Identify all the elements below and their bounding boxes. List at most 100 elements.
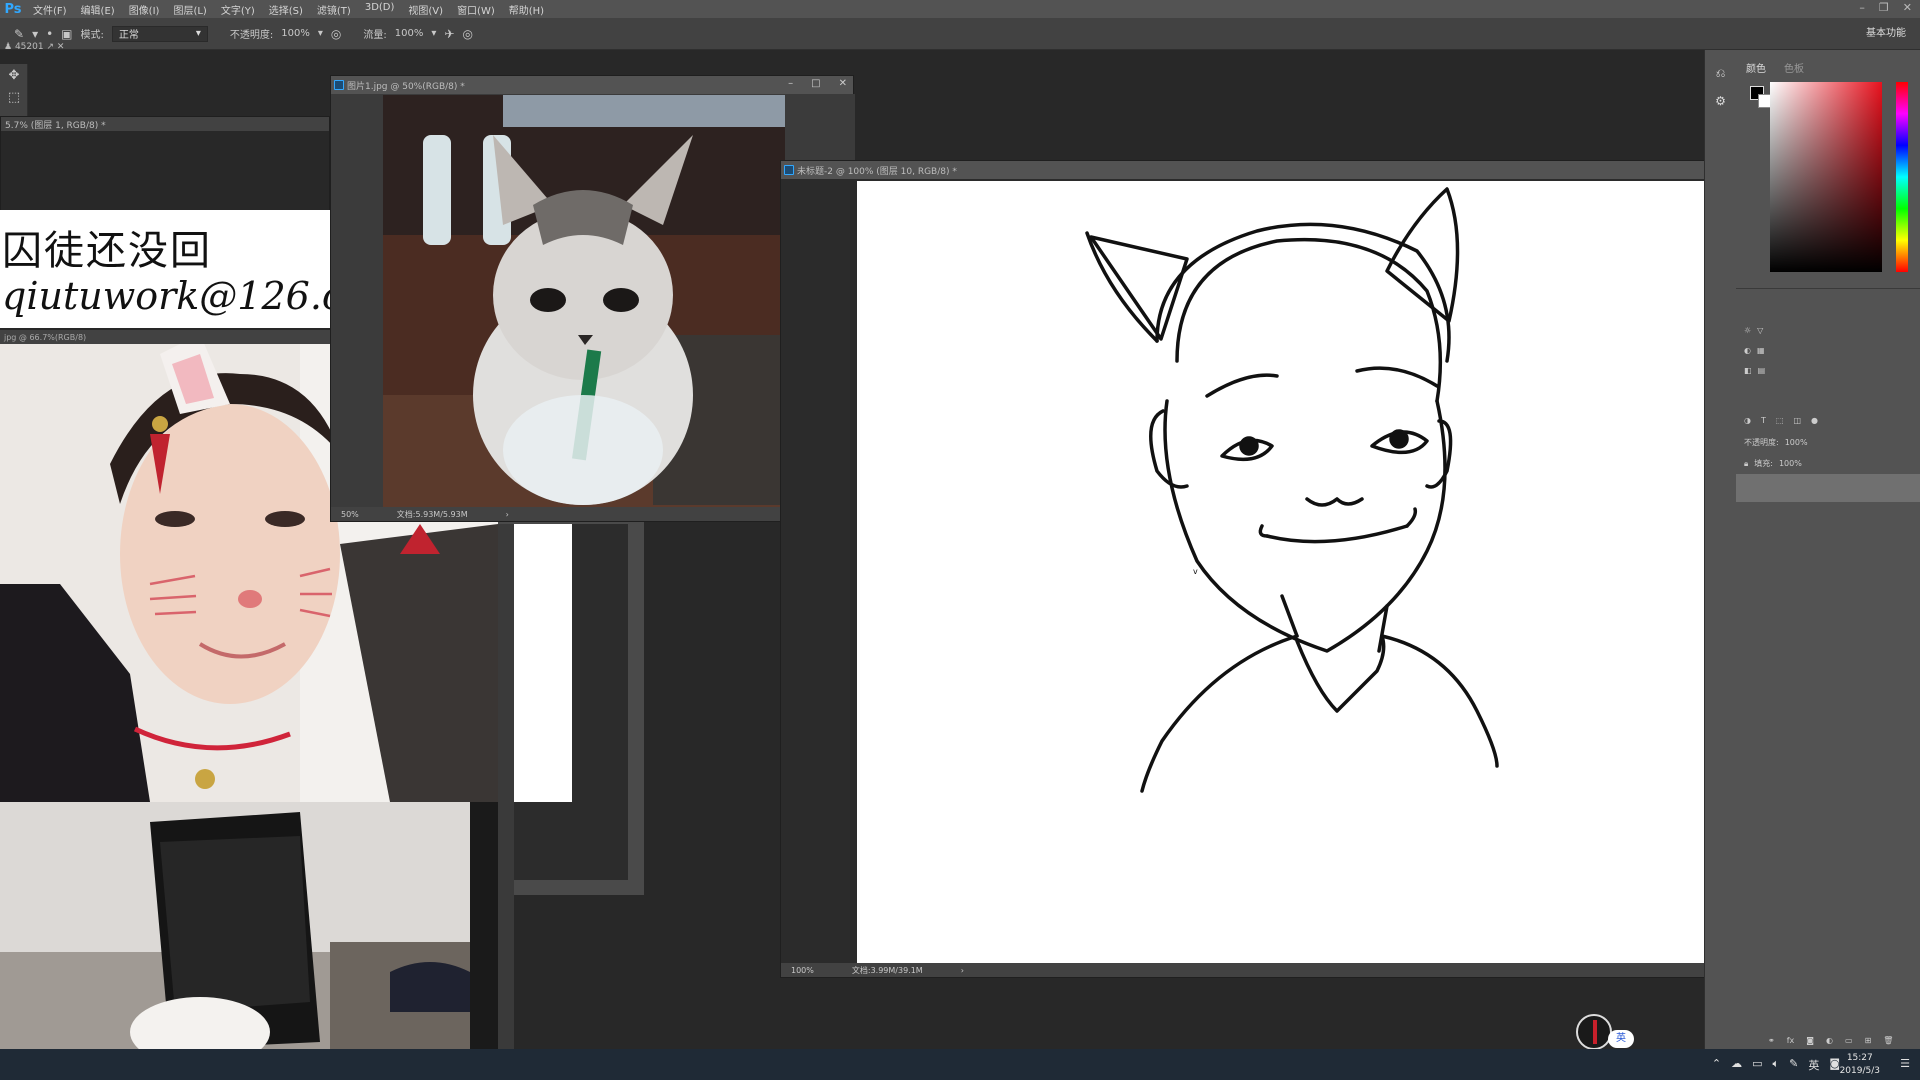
curves-icon[interactable]: ▽	[1757, 326, 1763, 335]
doc-status-bar: 50% 文档:5.93M/5.93M ›	[331, 507, 853, 521]
lock-icon[interactable]: 🔒︎	[1744, 459, 1748, 469]
minimize-icon[interactable]: –	[788, 78, 793, 89]
brush-panel-icon[interactable]: ▣	[61, 27, 72, 41]
menu-item[interactable]: 3D(D)	[358, 2, 402, 17]
history-panel-icon[interactable]: ⎌	[1712, 66, 1730, 84]
brush-preset-icon[interactable]: •	[46, 27, 53, 41]
marquee-tool-icon[interactable]: ⬚	[0, 86, 28, 108]
maximize-icon[interactable]: □	[811, 78, 820, 89]
layer-fill-value[interactable]: 100%	[1779, 459, 1802, 468]
drawing-canvas[interactable]: v	[857, 181, 1743, 963]
notification-icon[interactable]: ☰	[1900, 1057, 1910, 1070]
menu-item[interactable]: 文件(F)	[26, 2, 74, 17]
chevron-down-icon[interactable]: ▾	[318, 28, 323, 39]
adjustments-row-1: ☼ ▽	[1744, 326, 1763, 335]
tab-swatches[interactable]: 色板	[1784, 60, 1804, 75]
properties-panel-icon[interactable]: ⚙	[1712, 94, 1730, 112]
channel-icon[interactable]: ◧	[1744, 366, 1752, 375]
pen-icon[interactable]: ✎	[1789, 1057, 1798, 1073]
move-tool-icon[interactable]: ✥	[0, 64, 28, 86]
mode-value: 正常	[118, 30, 139, 41]
clock[interactable]: 15:27 2019/5/3	[1840, 1052, 1880, 1078]
layer-fill-row: 🔒︎ 填充: 100%	[1744, 458, 1802, 469]
flow-value[interactable]: 100%	[395, 28, 424, 39]
color-picker-field[interactable]	[1770, 82, 1882, 272]
restore-icon[interactable]: ❐	[1879, 1, 1889, 14]
cloud-icon[interactable]: ☁	[1731, 1057, 1742, 1073]
toggle-filter-icon[interactable]: ●	[1811, 416, 1818, 425]
cat-photo-canvas	[383, 95, 785, 507]
network-icon[interactable]: ▭	[1752, 1057, 1762, 1073]
chevron-up-icon[interactable]: ⌃	[1712, 1057, 1721, 1073]
volume-icon[interactable]: 🔈︎	[1772, 1057, 1779, 1073]
brush-tool-icon[interactable]: ✎	[14, 27, 24, 41]
photoshop-logo-icon: Ps	[4, 1, 22, 17]
doc-title: jpg @ 66.7%(RGB/8)	[4, 332, 87, 342]
ps-doc-icon	[784, 165, 794, 175]
adjustments-row-2: ◐ ▦	[1744, 346, 1765, 355]
tab-color[interactable]: 颜色	[1746, 60, 1766, 75]
minimize-icon[interactable]: –	[1859, 1, 1865, 14]
folder-icon[interactable]: ▭	[1845, 1036, 1853, 1045]
layer-actions: ⚭ fx ◙ ◐ ▭ ⊞ 🗑︎	[1768, 1036, 1893, 1045]
doc-title: 5.7% (图层 1, RGB/8) *	[5, 120, 106, 131]
doc-title-bar[interactable]: 未标题-2 @ 100% (图层 10, RGB/8) * – □ ✕	[781, 161, 1831, 179]
doc-title-bar[interactable]: 5.7% (图层 1, RGB/8) *	[1, 117, 329, 131]
menu-item[interactable]: 视图(V)	[401, 2, 450, 17]
opacity-value[interactable]: 100%	[281, 28, 310, 39]
menu-item[interactable]: 图层(L)	[166, 2, 213, 17]
ps-doc-icon	[334, 80, 344, 90]
pressure-size-icon[interactable]: ◎	[462, 27, 472, 41]
chevron-down-icon[interactable]: ▾	[431, 28, 436, 39]
hue-slider[interactable]	[1896, 82, 1908, 272]
fx-icon[interactable]: fx	[1787, 1036, 1795, 1045]
shape-filter-icon[interactable]: ⬚	[1776, 416, 1784, 425]
handwriting-line-1: 囚徒还没回	[2, 228, 212, 274]
menu-item[interactable]: 帮助(H)	[502, 2, 551, 17]
mode-select[interactable]: 正常 ▾	[111, 25, 208, 42]
hue-sat-icon[interactable]: ◐	[1744, 346, 1751, 355]
close-icon[interactable]: ✕	[57, 42, 65, 52]
brightness-icon[interactable]: ☼	[1744, 326, 1751, 335]
menu-item[interactable]: 选择(S)	[262, 2, 310, 17]
smart-object-icon[interactable]: ◫	[1793, 416, 1801, 425]
doc-workspace: v	[781, 179, 1831, 963]
doc-title-bar[interactable]: 图片1.jpg @ 50%(RGB/8) * – □ ✕	[331, 76, 853, 94]
input-language[interactable]: 英	[1808, 1057, 1819, 1073]
type-filter-icon[interactable]: T	[1761, 416, 1766, 425]
menu-item[interactable]: 图像(I)	[122, 2, 167, 17]
new-layer-icon[interactable]: ⊞	[1865, 1036, 1872, 1045]
menu-item[interactable]: 窗口(W)	[450, 2, 502, 17]
grid-icon[interactable]: ▦	[1757, 346, 1765, 355]
menu-item[interactable]: 编辑(E)	[74, 2, 122, 17]
gradient-map-icon[interactable]: ▤	[1758, 366, 1766, 375]
airbrush-icon[interactable]: ✈	[444, 27, 454, 41]
zoom-level[interactable]: 100%	[791, 966, 814, 975]
handwriting-line-2: qiutuwork@126.c	[2, 274, 330, 318]
layer-fill-label: 填充:	[1754, 459, 1773, 468]
mask-icon[interactable]: ◙	[1806, 1036, 1814, 1045]
ime-language-badge[interactable]: 英	[1608, 1030, 1634, 1048]
zoom-level[interactable]: 50%	[341, 510, 359, 519]
menu-item[interactable]: 文字(Y)	[214, 2, 262, 17]
layer-row-selected[interactable]	[1736, 474, 1920, 502]
close-icon[interactable]: ✕	[1903, 1, 1912, 14]
brush-size-icon[interactable]: ▾	[32, 27, 38, 41]
trash-icon[interactable]: 🗑︎	[1883, 1036, 1893, 1045]
link-icon[interactable]: ⚭	[1768, 1036, 1775, 1045]
close-icon[interactable]: ✕	[839, 78, 847, 89]
chevron-right-icon[interactable]: ›	[961, 966, 964, 975]
layer-opacity-value[interactable]: 100%	[1785, 438, 1808, 447]
right-panels: 颜色 色板 ☼ ▽ ◐ ▦ ◧ ▤ ◑ T ⬚ ◫ ● 不透明度: 100% 🔒︎ 填…	[1736, 50, 1920, 1050]
arrow-icon[interactable]: ↗	[46, 42, 54, 52]
adjustment-layer-icon[interactable]: ◐	[1826, 1036, 1833, 1045]
security-icon[interactable]: ◙	[1829, 1057, 1840, 1073]
menu-item[interactable]: 滤镜(T)	[310, 2, 358, 17]
workspace-switcher[interactable]: 基本功能	[1866, 24, 1906, 39]
pixel-filter-icon[interactable]: ◑	[1744, 416, 1751, 425]
doc-title-bar[interactable]: jpg @ 66.7%(RGB/8)	[0, 330, 330, 344]
chevron-right-icon[interactable]: ›	[506, 510, 509, 519]
deadpool-ime-icon[interactable]	[1576, 1014, 1612, 1050]
pressure-opacity-icon[interactable]: ◎	[331, 27, 341, 41]
menu-items: 文件(F) 编辑(E) 图像(I) 图层(L) 文字(Y) 选择(S) 滤镜(T) 3D(D)…	[26, 2, 551, 17]
